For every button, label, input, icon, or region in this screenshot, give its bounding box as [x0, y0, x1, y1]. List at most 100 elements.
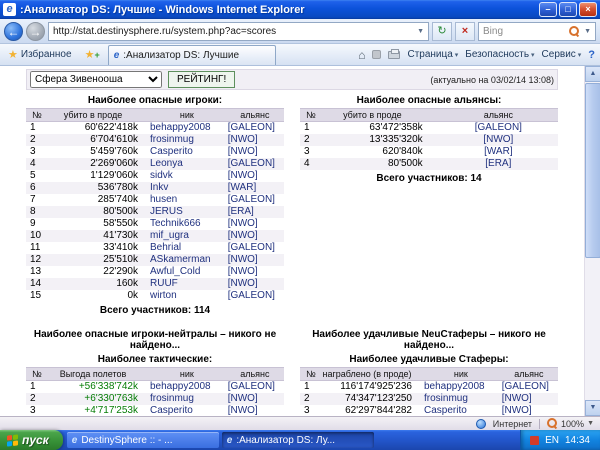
feeds-icon[interactable] — [372, 50, 381, 59]
window-controls: – □ × — [539, 2, 597, 17]
minimize-button[interactable]: – — [539, 2, 557, 17]
maximize-button[interactable]: □ — [559, 2, 577, 17]
cell: [NWO] — [439, 134, 558, 146]
cell: [WAR] — [226, 182, 284, 194]
zoom-magnifier-icon — [547, 418, 558, 429]
forward-button[interactable]: → — [26, 22, 45, 41]
search-magnifier-icon[interactable] — [569, 26, 580, 37]
safety-menu[interactable]: Безопасность — [465, 49, 534, 60]
cell: 15 — [26, 290, 46, 302]
table-row: 880'500kJERUS[ERA] — [26, 206, 284, 218]
back-button[interactable]: ← — [4, 22, 23, 41]
cell: [NWO] — [226, 146, 284, 158]
rating-button[interactable]: РЕЙТИНГ! — [168, 71, 235, 88]
column-header: № — [300, 368, 320, 381]
favorites-label: Избранное — [21, 49, 72, 60]
table-row: 163'472'358k[GALEON] — [300, 122, 558, 135]
scroll-thumb[interactable] — [585, 83, 600, 258]
cell: 1 — [26, 381, 46, 394]
help-icon[interactable]: ? — [588, 49, 595, 61]
browser-tab[interactable]: e :Анализатор DS: Лучшие — [108, 45, 276, 65]
tools-menu[interactable]: Сервис — [542, 49, 582, 60]
zoom-level: 100% — [561, 419, 584, 429]
cell: 1 — [300, 122, 320, 135]
start-label: пуск — [22, 433, 49, 447]
tray-app-icon[interactable] — [530, 436, 539, 445]
section-tactical: Наиболее тактические: №Выгода полетовник… — [26, 352, 284, 416]
globe-icon — [476, 419, 486, 429]
table-row: 1225'510kASkamerman[NWO] — [26, 254, 284, 266]
table-row: 51'129'060ksidvk[NWO] — [26, 170, 284, 182]
ie-task-icon: e — [72, 435, 78, 446]
taskbar-task-analyzer[interactable]: e :Анализатор DS: Лу... — [222, 432, 374, 448]
cell: +56'338'742k — [46, 381, 148, 394]
cell: 160k — [46, 278, 148, 290]
cell: 3 — [300, 405, 320, 416]
table-row: 1133'410kBehrial[GALEON] — [26, 242, 284, 254]
lucky-staffers-table: №награблено (в проде)никальянс1116'174'9… — [300, 367, 558, 416]
taskbar-task-destinysphere[interactable]: e DestinySphere :: - ... — [67, 432, 219, 448]
cell: behappy2008 — [148, 381, 226, 394]
refresh-button[interactable]: ↻ — [432, 22, 452, 41]
column-header: награблено (в проде) — [320, 368, 422, 381]
table-row: 1041'730kmif_ugra[NWO] — [26, 230, 284, 242]
sphere-select[interactable]: Сфера Зивенооша — [30, 71, 162, 88]
tab-title: :Анализатор DS: Лучшие — [123, 50, 239, 61]
cell: 80'500k — [320, 158, 439, 170]
language-indicator[interactable]: EN — [545, 435, 559, 446]
column-header: ник — [148, 109, 226, 122]
star-plus-icon: ★ — [85, 48, 95, 61]
task-buttons: e DestinySphere :: - ... e :Анализатор D… — [63, 430, 520, 450]
cell: frosinmug — [422, 393, 500, 405]
table-row: 14160kRUUF[NWO] — [26, 278, 284, 290]
address-dropdown-icon[interactable]: ▼ — [417, 28, 424, 35]
clock[interactable]: 14:34 — [565, 435, 590, 446]
column-header: № — [26, 109, 46, 122]
cell: [GALEON] — [439, 122, 558, 135]
cell: 2 — [26, 134, 46, 146]
start-button[interactable]: пуск — [0, 430, 63, 450]
scroll-up-button[interactable]: ▲ — [585, 66, 600, 82]
section-title: Наиболее опасные игроки: — [26, 95, 284, 106]
cell: JERUS — [148, 206, 226, 218]
zoom-control[interactable]: 100% ▼ — [547, 418, 594, 429]
close-button[interactable]: × — [579, 2, 597, 17]
table-row: 150kwirton[GALEON] — [26, 290, 284, 302]
address-bar[interactable]: http://stat.destinysphere.ru/system.php?… — [48, 22, 429, 41]
column-header: Выгода полетов — [46, 368, 148, 381]
stop-button[interactable]: × — [455, 22, 475, 41]
search-dropdown-icon[interactable]: ▼ — [584, 28, 591, 35]
table-row: 362'297'844'282Casperito[NWO] — [300, 405, 558, 416]
print-icon[interactable] — [388, 51, 400, 59]
table-row: 1+56'338'742kbehappy2008[GALEON] — [26, 381, 284, 394]
vertical-scrollbar[interactable]: ▲ ▼ — [584, 66, 600, 416]
cell: 33'410k — [46, 242, 148, 254]
cell: 6 — [26, 182, 46, 194]
table-row: 7285'740khusen[GALEON] — [26, 194, 284, 206]
add-favorite-button[interactable]: ★+ — [80, 46, 105, 64]
zoom-dropdown-icon[interactable]: ▼ — [587, 420, 594, 427]
search-box[interactable]: Bing ▼ — [478, 22, 596, 41]
cell: 6'704'610k — [46, 134, 148, 146]
favorites-button[interactable]: ★ Избранное — [3, 46, 77, 64]
cell: 80'500k — [46, 206, 148, 218]
cell: [NWO] — [226, 254, 284, 266]
cell: [ERA] — [439, 158, 558, 170]
scroll-down-button[interactable]: ▼ — [585, 400, 600, 416]
address-url[interactable]: http://stat.destinysphere.ru/system.php?… — [53, 26, 415, 37]
cell: 3 — [26, 405, 46, 416]
cell: [NWO] — [226, 405, 284, 416]
column-header: убито в проде — [46, 109, 148, 122]
table-row: 274'347'123'250frosinmug[NWO] — [300, 393, 558, 405]
cell: 5'459'760k — [46, 146, 148, 158]
table-row: 35'459'760kCasperito[NWO] — [26, 146, 284, 158]
cell: 14 — [26, 278, 46, 290]
cell: Technik666 — [148, 218, 226, 230]
page-menu[interactable]: Страница — [407, 49, 458, 60]
home-icon[interactable]: ⌂ — [358, 48, 365, 62]
players-total: Всего участников: 114 — [26, 305, 284, 316]
table-header-row: №награблено (в проде)никальянс — [300, 368, 558, 381]
column-header: альянс — [226, 368, 284, 381]
search-input[interactable]: Bing — [483, 26, 565, 37]
cell: 620'840k — [320, 146, 439, 158]
